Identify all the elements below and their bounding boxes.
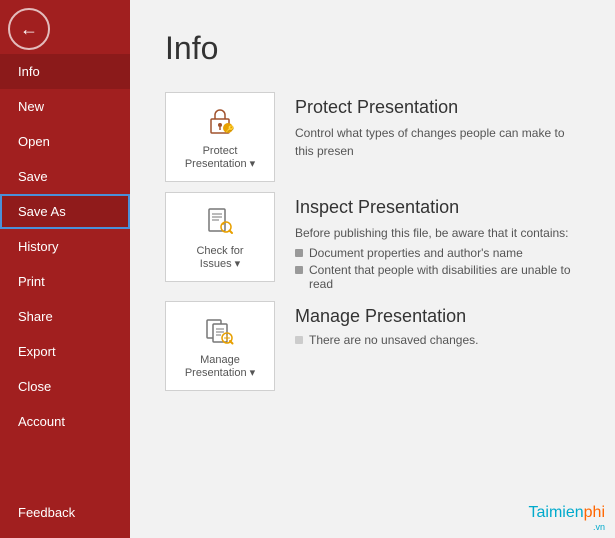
protect-card-text: Protect Presentation Control what types … — [295, 92, 580, 160]
back-icon: ← — [20, 19, 38, 40]
manage-button[interactable]: ManagePresentation ▾ — [165, 301, 275, 391]
svg-text:🔑: 🔑 — [226, 125, 235, 134]
sidebar-item-close[interactable]: Close — [0, 369, 130, 404]
bullet-icon-1 — [295, 249, 303, 257]
sidebar-item-info[interactable]: Info — [0, 54, 130, 89]
inspect-card-desc-intro: Before publishing this file, be aware th… — [295, 224, 580, 242]
bullet-icon-3 — [295, 336, 303, 344]
manage-icon — [202, 313, 238, 349]
sidebar-item-open[interactable]: Open — [0, 124, 130, 159]
inspect-bullet-2: Content that people with disabilities ar… — [295, 263, 580, 291]
sidebar-nav: Info New Open Save Save As History Print… — [0, 54, 130, 495]
sidebar-item-feedback[interactable]: Feedback — [0, 495, 130, 530]
back-button[interactable]: ← — [8, 8, 50, 50]
sidebar-item-save-as[interactable]: Save As — [0, 194, 130, 229]
manage-card-text: Manage Presentation There are no unsaved… — [295, 301, 580, 347]
page-title: Info — [165, 30, 580, 67]
inspect-card-title: Inspect Presentation — [295, 197, 580, 218]
inspect-card-text: Inspect Presentation Before publishing t… — [295, 192, 580, 291]
main-content: Info 🔑 ProtectPresentation ▾ Protect Pre… — [130, 0, 615, 538]
inspect-button-label: Check forIssues ▾ — [196, 245, 243, 270]
manage-card: ManagePresentation ▾ Manage Presentation… — [165, 301, 580, 391]
protect-icon: 🔑 — [202, 104, 238, 140]
sidebar-item-print[interactable]: Print — [0, 264, 130, 299]
sidebar: ← Info New Open Save Save As History Pri… — [0, 0, 130, 538]
inspect-icon — [202, 204, 238, 240]
protect-card-desc: Control what types of changes people can… — [295, 124, 580, 160]
sidebar-item-export[interactable]: Export — [0, 334, 130, 369]
protect-button[interactable]: 🔑 ProtectPresentation ▾ — [165, 92, 275, 182]
protect-card: 🔑 ProtectPresentation ▾ Protect Presenta… — [165, 92, 580, 182]
manage-no-changes: There are no unsaved changes. — [295, 333, 580, 347]
inspect-bullet-1: Document properties and author's name — [295, 246, 580, 260]
sidebar-item-save[interactable]: Save — [0, 159, 130, 194]
protect-button-label: ProtectPresentation ▾ — [185, 145, 255, 170]
protect-card-title: Protect Presentation — [295, 97, 580, 118]
bullet-icon-2 — [295, 266, 303, 274]
sidebar-item-share[interactable]: Share — [0, 299, 130, 334]
inspect-card: Check forIssues ▾ Inspect Presentation B… — [165, 192, 580, 291]
watermark: Taimienphi .vn — [529, 504, 606, 532]
sidebar-item-new[interactable]: New — [0, 89, 130, 124]
manage-button-label: ManagePresentation ▾ — [185, 354, 255, 379]
inspect-button[interactable]: Check forIssues ▾ — [165, 192, 275, 282]
sidebar-item-history[interactable]: History — [0, 229, 130, 264]
manage-card-title: Manage Presentation — [295, 306, 580, 327]
sidebar-item-account[interactable]: Account — [0, 404, 130, 439]
